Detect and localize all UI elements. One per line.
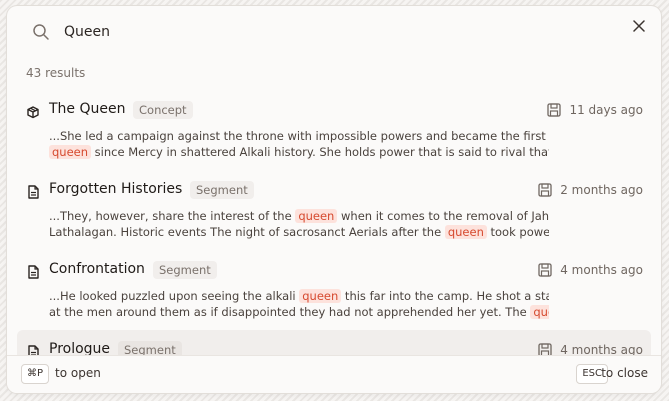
result-snippet: ...He looked puzzled upon seeing the alk…	[49, 288, 549, 320]
save-icon	[538, 343, 552, 356]
match-highlight: queen	[299, 289, 342, 303]
match-highlight: queen	[295, 209, 338, 223]
result-item[interactable]: Prologue Segment 4 months ago	[17, 330, 651, 356]
close-shortcut-label: to close	[601, 366, 648, 380]
result-type-badge: Segment	[190, 181, 254, 199]
snippet-text: when it comes to the removal of Jah	[337, 209, 549, 223]
result-item[interactable]: Confrontation Segment 4 months ago ...He lo…	[17, 250, 651, 330]
result-timestamp: 2 months ago	[560, 183, 643, 197]
result-meta: 4 months ago	[537, 342, 643, 356]
result-meta: 4 months ago	[537, 262, 643, 278]
snippet-text: since Mercy in shattered Alkali history.…	[91, 145, 549, 159]
search-input[interactable]	[64, 20, 584, 44]
result-type-badge: Concept	[133, 101, 193, 119]
snippet-text: ...She led a campaign against the throne…	[49, 129, 546, 143]
result-snippet: ...She led a campaign against the throne…	[49, 128, 549, 160]
close-icon[interactable]	[629, 16, 649, 36]
result-type-badge: Segment	[118, 341, 182, 356]
result-type-badge: Segment	[153, 261, 217, 279]
results-list: The Queen Concept 11 days ago ...She led a …	[17, 90, 651, 356]
snippet-text: this far into the camp. He shot a stare	[341, 289, 549, 303]
result-title: Forgotten Histories	[49, 181, 183, 197]
search-icon	[33, 24, 49, 40]
search-bar	[7, 6, 661, 56]
result-title: Prologue	[49, 341, 111, 356]
result-title: The Queen	[49, 101, 126, 117]
snippet-line: ...They, however, share the interest of …	[49, 208, 549, 224]
match-highlight: quee...	[530, 305, 549, 319]
snippet-text: Lathalagan. Historic events The night of…	[49, 225, 445, 239]
snippet-line: queen since Mercy in shattered Alkali hi…	[49, 144, 549, 160]
results-count: 43 results	[26, 66, 86, 80]
footer: ⌘P to open ESC to close	[7, 355, 661, 393]
cube-icon	[27, 106, 39, 119]
result-meta: 2 months ago	[537, 182, 643, 198]
snippet-line: ...She led a campaign against the throne…	[49, 128, 549, 144]
search-dialog: 43 results The Queen Concept 11 days ago..…	[7, 6, 661, 393]
snippet-text: took power, i...	[490, 225, 550, 239]
snippet-line: ...He looked puzzled upon seeing the alk…	[49, 288, 549, 304]
result-snippet: ...They, however, share the interest of …	[49, 208, 549, 240]
snippet-text: ...They, however, share the interest of …	[49, 209, 296, 223]
save-icon	[538, 183, 552, 197]
result-meta: 11 days ago	[546, 102, 643, 118]
save-icon	[538, 263, 552, 277]
result-timestamp: 11 days ago	[569, 103, 643, 117]
open-shortcut-key: ⌘P	[21, 364, 50, 384]
match-highlight: queen	[49, 145, 92, 159]
result-item[interactable]: Forgotten Histories Segment 2 months ago..…	[17, 170, 651, 250]
document-icon	[28, 265, 39, 279]
result-item[interactable]: The Queen Concept 11 days ago ...She led a …	[17, 90, 651, 170]
snippet-text: at the men around them as if disappointe…	[49, 305, 531, 319]
snippet-line: Lathalagan. Historic events The night of…	[49, 224, 549, 240]
result-timestamp: 4 months ago	[560, 263, 643, 277]
open-shortcut-label: to open	[55, 366, 101, 380]
document-icon	[28, 185, 39, 199]
save-icon	[547, 103, 562, 117]
result-title: Confrontation	[49, 261, 145, 277]
match-highlight: queen	[444, 225, 487, 239]
snippet-text: ...He looked puzzled upon seeing the alk…	[49, 289, 300, 303]
snippet-line: at the men around them as if disappointe…	[49, 304, 549, 320]
